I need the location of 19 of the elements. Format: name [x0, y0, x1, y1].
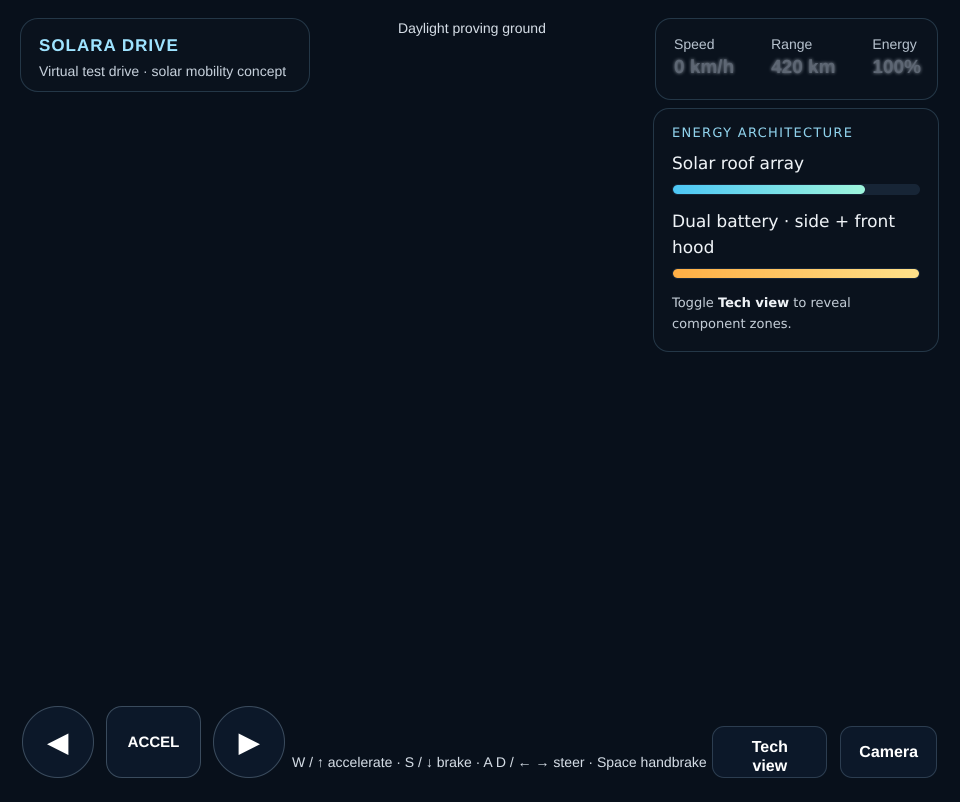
stat-label: Energy — [872, 36, 918, 52]
keyboard-hint: W / ↑ accelerate · S / ↓ brake · A D / ← → steer · Space handbrake — [291, 754, 707, 770]
energy-label: Dual battery · side + front hood — [672, 211, 896, 260]
stat-label: Speed — [674, 36, 716, 52]
steer-left-button[interactable]: ◀ — [22, 706, 94, 778]
stat-value: 420 km — [771, 57, 836, 79]
app-subtitle: Virtual test drive · solar mobility concept — [39, 63, 288, 79]
stat-label: Range — [771, 36, 814, 52]
app-title: SOLARA DRIVE — [39, 36, 180, 56]
steer-right-button[interactable]: ▶ — [213, 706, 285, 778]
panel-heading: ENERGY ARCHITECTURE — [672, 126, 854, 141]
hint-note: Toggle Tech view to reveal component zones. — [672, 295, 852, 334]
scene-label: Daylight proving ground — [398, 20, 546, 36]
accelerate-button[interactable]: ACCEL — [106, 706, 201, 778]
energy-label: Solar roof array — [672, 153, 806, 176]
tech-view-button[interactable]: Tech view — [712, 726, 828, 778]
camera-button[interactable]: Camera — [840, 726, 937, 778]
stat-value: 0 km/h — [674, 57, 734, 79]
stat-value: 100% — [872, 57, 921, 79]
